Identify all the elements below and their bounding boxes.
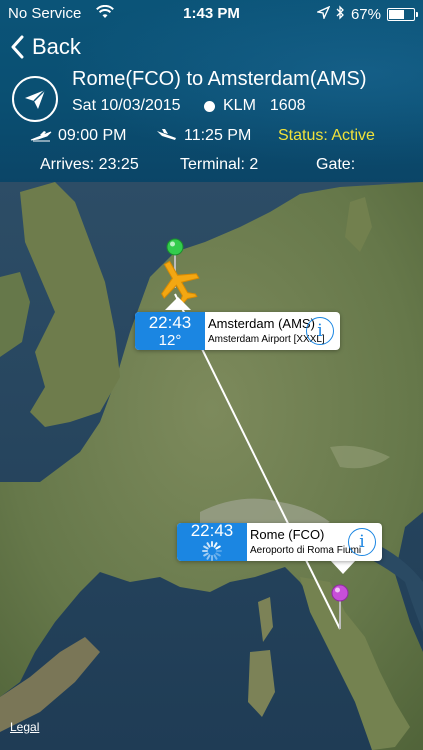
terminal-label: Terminal: 2 — [180, 156, 259, 173]
airline-info: KLM 1608 — [204, 97, 306, 115]
route-title: Rome(FCO) to Amsterdam(AMS) — [72, 68, 367, 90]
satellite-map[interactable] — [0, 182, 423, 750]
spinner-tick — [206, 554, 211, 560]
arrives-label: Arrives: 23:25 — [40, 156, 139, 173]
origin-local-time: 22:43 — [190, 523, 234, 540]
destination-info-icon[interactable]: i — [306, 317, 334, 345]
takeoff-icon — [30, 131, 52, 142]
origin-callout[interactable]: 22:43 Rome (FCO) Aeroporto di Roma Fiumi… — [177, 523, 382, 561]
origin-info-icon[interactable]: i — [348, 528, 376, 556]
battery-level — [389, 10, 404, 19]
bluetooth-icon — [336, 5, 345, 24]
paper-plane-icon — [12, 76, 58, 122]
landing-icon — [157, 129, 176, 140]
back-label: Back — [32, 34, 81, 59]
origin-time-box: 22:43 — [177, 523, 247, 561]
flight-map[interactable]: 22:43 12° Amsterdam (AMS) Amsterdam Airp… — [0, 182, 423, 750]
flight-status: Status: Active — [278, 127, 375, 144]
destination-callout[interactable]: 22:43 12° Amsterdam (AMS) Amsterdam Airp… — [135, 312, 340, 350]
chevron-left-icon — [11, 35, 24, 59]
arrival-info: 11:25 PM — [156, 127, 251, 145]
flight-date: Sat 10/03/2015 — [72, 97, 181, 114]
battery-icon — [387, 8, 418, 21]
destination-temperature: 12° — [158, 331, 182, 349]
loading-spinner-icon — [201, 540, 223, 561]
gate-label: Gate: — [316, 156, 356, 173]
spinner-tick — [203, 552, 209, 557]
back-button[interactable]: Back — [10, 32, 81, 62]
airline-name: KLM — [223, 97, 256, 114]
departure-info: 09:00 PM — [30, 127, 126, 145]
flight-number: 1608 — [269, 97, 306, 114]
spinner-tick — [215, 552, 221, 557]
destination-local-time: 22:43 — [148, 312, 192, 332]
location-arrow-icon — [315, 5, 331, 23]
legal-link[interactable]: Legal — [10, 720, 39, 734]
departure-time: 09:00 PM — [58, 127, 127, 144]
spinner-tick — [206, 542, 211, 548]
battery-percent: 67% — [350, 6, 381, 23]
spinner-tick — [203, 545, 209, 550]
status-bar: No Service 1:43 PM 67% — [0, 0, 423, 28]
spinner-tick — [215, 545, 221, 550]
spinner-tick — [213, 554, 218, 560]
arrival-time: 11:25 PM — [184, 127, 252, 144]
spinner-tick — [213, 542, 218, 548]
airline-dot-icon — [204, 100, 215, 112]
destination-time-box: 22:43 12° — [135, 312, 205, 350]
